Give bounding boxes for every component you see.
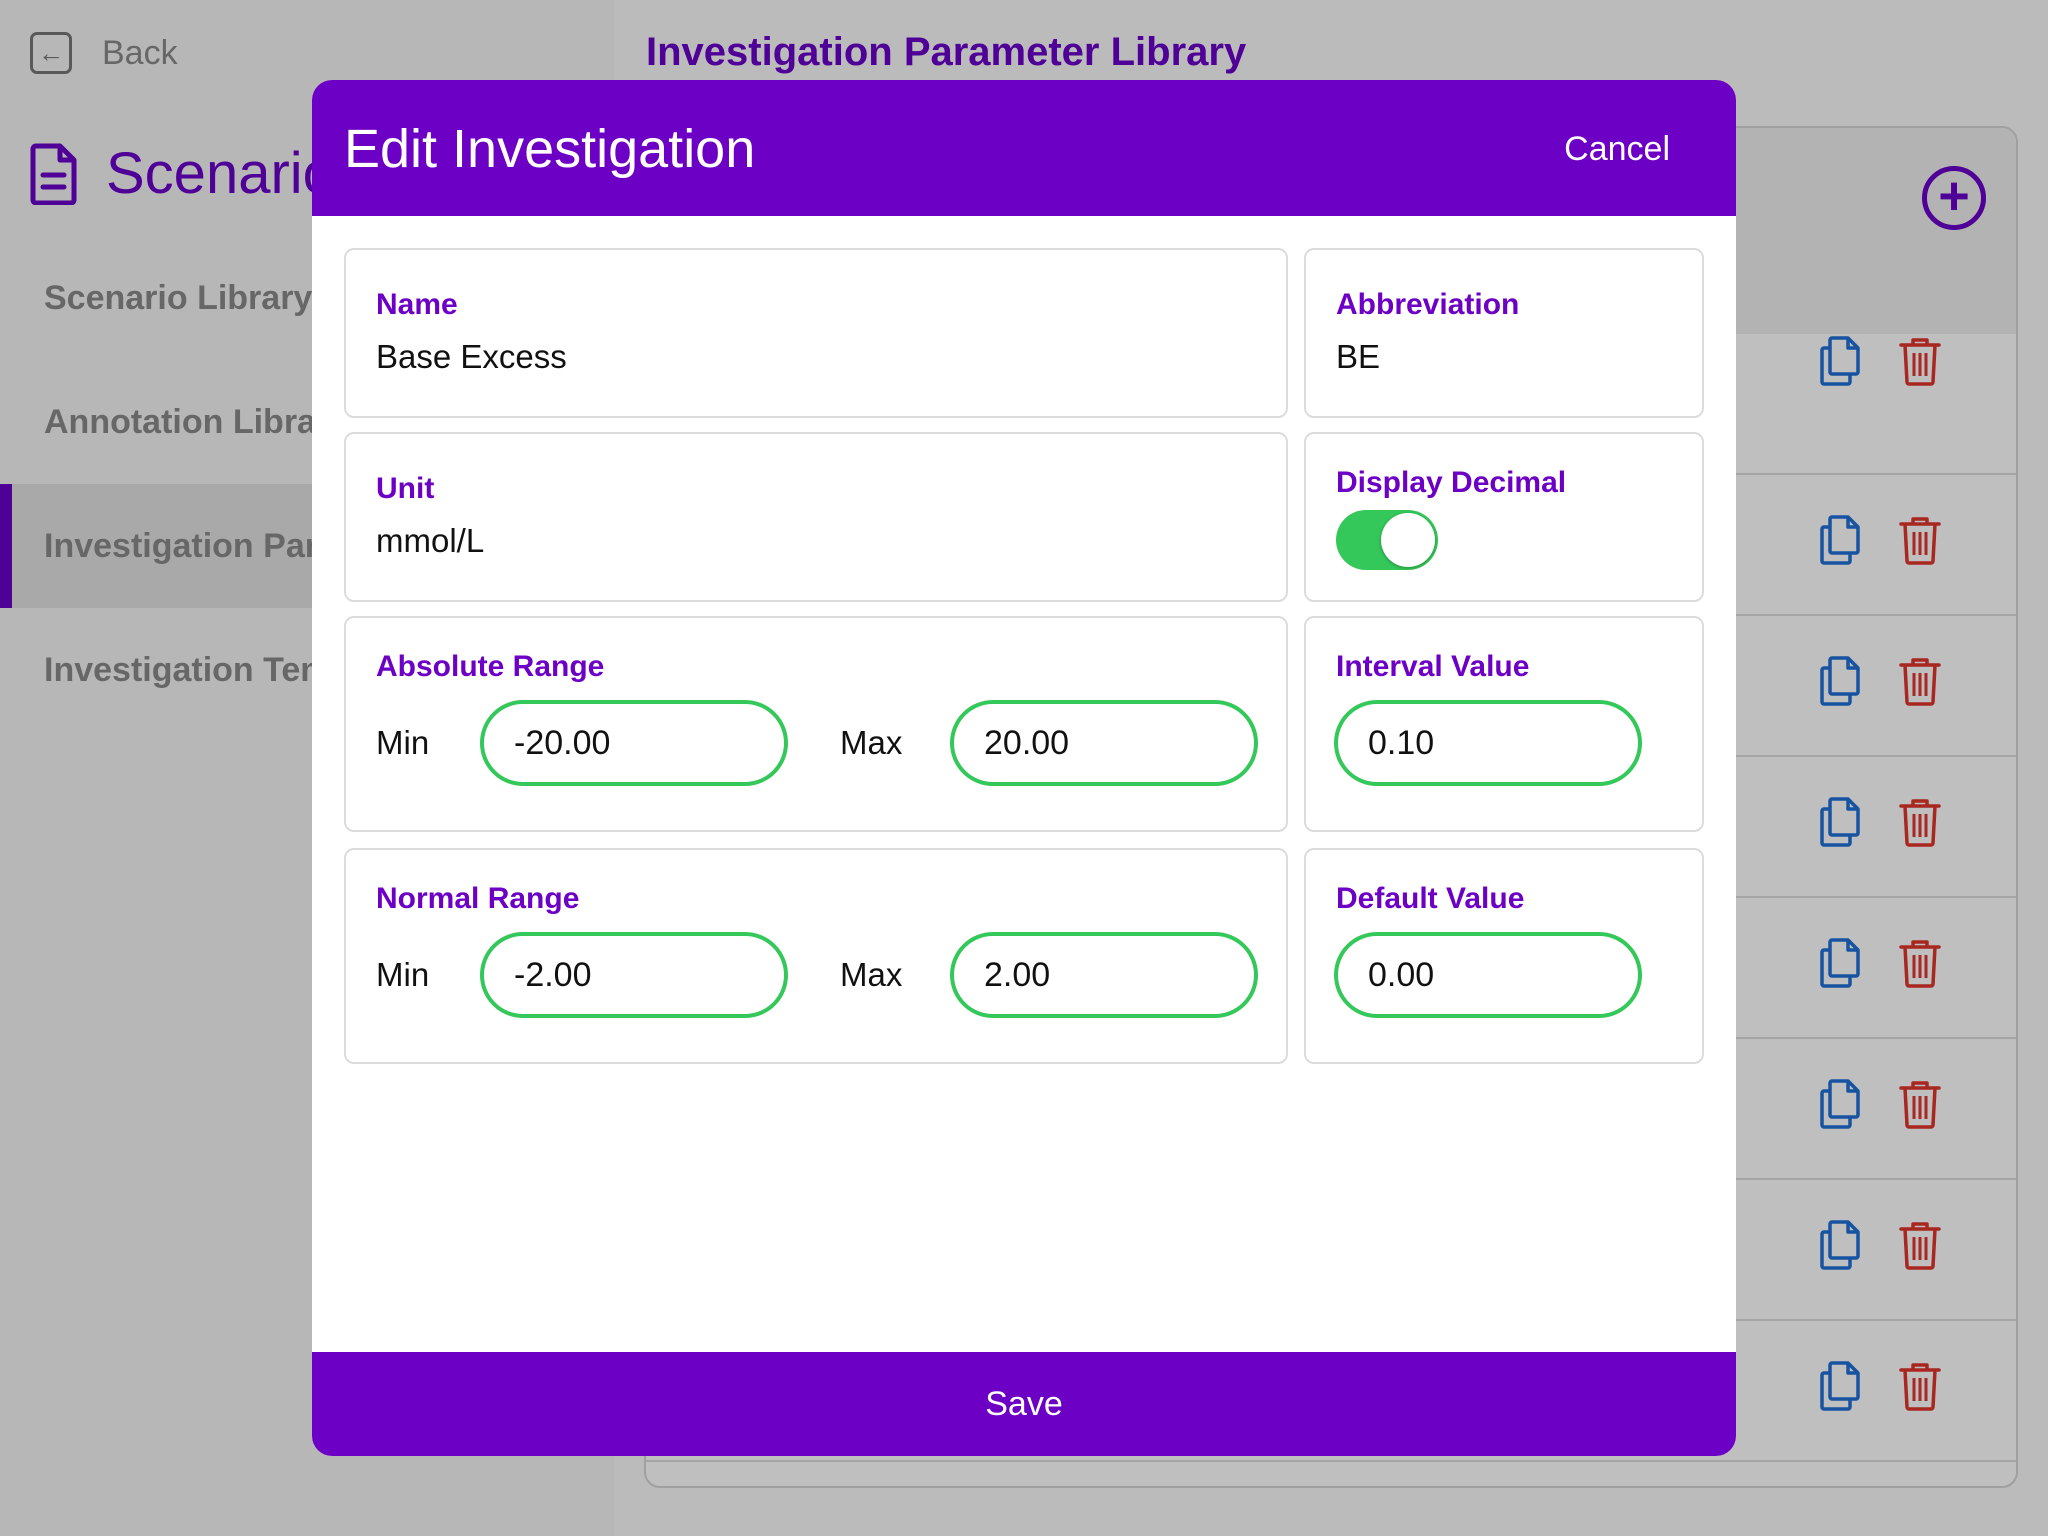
display-decimal-toggle[interactable] [1336,510,1438,570]
unit-field[interactable]: mmol/L [376,522,484,560]
name-label: Name [376,288,458,321]
save-label: Save [985,1384,1063,1423]
unit-card: Unit mmol/L [344,432,1288,602]
toggle-knob [1381,513,1435,567]
normal-min-label: Min [376,956,430,993]
absolute-max-input[interactable]: 20.00 [950,700,1258,786]
default-value-input[interactable]: 0.00 [1334,932,1642,1018]
display-decimal-card: Display Decimal [1304,432,1704,602]
absolute-max-label: Max [840,724,903,761]
cancel-button[interactable]: Cancel [1564,130,1670,169]
edit-investigation-modal: Edit Investigation Cancel Name Base Exce… [312,80,1736,1456]
display-decimal-label: Display Decimal [1336,466,1567,499]
abbreviation-label: Abbreviation [1336,288,1520,321]
normal-range-card: Normal Range Min -2.00 Max 2.00 [344,848,1288,1064]
absolute-range-card: Absolute Range Min -20.00 Max 20.00 [344,616,1288,832]
interval-value-label: Interval Value [1336,650,1530,683]
absolute-range-label: Absolute Range [376,650,605,683]
default-value-label: Default Value [1336,882,1525,915]
abbreviation-card: Abbreviation BE [1304,248,1704,418]
absolute-min-label: Min [376,724,430,761]
modal-header: Edit Investigation Cancel [312,80,1736,216]
abbreviation-field[interactable]: BE [1336,338,1380,376]
name-field[interactable]: Base Excess [376,338,567,376]
normal-range-label: Normal Range [376,882,580,915]
save-button[interactable]: Save [312,1352,1736,1456]
name-card: Name Base Excess [344,248,1288,418]
interval-value-input[interactable]: 0.10 [1334,700,1642,786]
normal-min-input[interactable]: -2.00 [480,932,788,1018]
normal-max-input[interactable]: 2.00 [950,932,1258,1018]
unit-label: Unit [376,472,435,505]
absolute-min-input[interactable]: -20.00 [480,700,788,786]
default-value-card: Default Value 0.00 [1304,848,1704,1064]
interval-value-card: Interval Value 0.10 [1304,616,1704,832]
modal-title: Edit Investigation [344,119,756,179]
normal-max-label: Max [840,956,903,993]
